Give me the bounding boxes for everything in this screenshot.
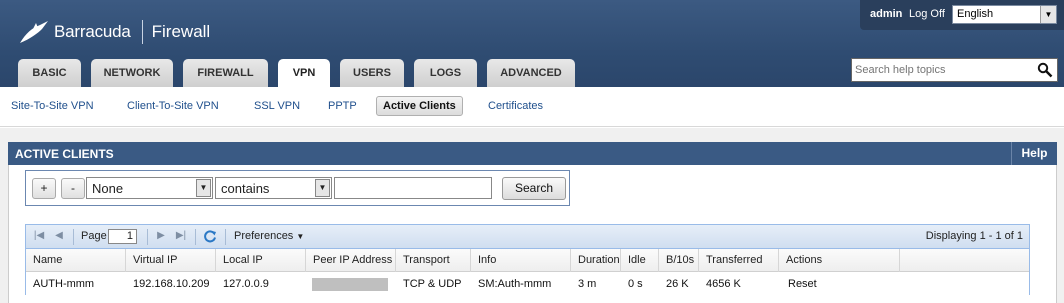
cell-transport: TCP & UDP	[403, 278, 462, 290]
page-number-input[interactable]: 1	[108, 229, 137, 244]
filter-field-select[interactable]: None ▼	[86, 177, 213, 199]
subnav-pptp[interactable]: PPTP	[328, 100, 357, 112]
column-header-duration[interactable]: Duration	[571, 249, 621, 272]
subnav-client-to-site-vpn[interactable]: Client-To-Site VPN	[127, 100, 219, 112]
toolbar-divider	[195, 229, 196, 245]
chevron-down-icon: ▼	[1040, 6, 1056, 23]
caret-down-icon: ▼	[296, 232, 305, 241]
paging-toolbar: |◀ ◀ Page 1 ▶ ▶| Preferences ▼ Displayin…	[26, 225, 1029, 249]
tab-network[interactable]: NETWORK	[91, 59, 173, 87]
preferences-menu[interactable]: Preferences ▼	[234, 230, 304, 242]
barracuda-logo: Barracuda Firewall	[18, 16, 210, 48]
username: admin	[870, 8, 903, 20]
subnav-site-to-site-vpn[interactable]: Site-To-Site VPN	[11, 100, 94, 112]
tab-vpn[interactable]: VPN	[278, 59, 330, 87]
tab-firewall[interactable]: FIREWALL	[183, 59, 268, 87]
active-clients-grid: |◀ ◀ Page 1 ▶ ▶| Preferences ▼ Displayin…	[25, 224, 1030, 296]
grid-header-row: Name Virtual IP Local IP Peer IP Address…	[26, 249, 1029, 272]
logo-divider	[141, 20, 143, 44]
panel-header: ACTIVE CLIENTS Help	[8, 142, 1057, 165]
toolbar-divider	[225, 229, 226, 245]
panel-title: ACTIVE CLIENTS	[15, 147, 114, 161]
toolbar-divider	[147, 229, 148, 245]
add-filter-button[interactable]: +	[32, 178, 56, 199]
toolbar-divider	[73, 229, 74, 245]
column-header-local-ip[interactable]: Local IP	[216, 249, 306, 272]
logoff-link[interactable]: Log Off	[909, 8, 945, 20]
filter-value-input[interactable]	[334, 177, 492, 199]
preferences-label: Preferences	[234, 230, 294, 242]
column-header-virtual-ip[interactable]: Virtual IP	[126, 249, 216, 272]
tab-users[interactable]: USERS	[340, 59, 404, 87]
tab-basic[interactable]: BASIC	[18, 59, 81, 87]
help-search-box	[851, 58, 1058, 82]
cell-virtual-ip: 192.168.10.209	[133, 278, 210, 290]
tab-advanced[interactable]: ADVANCED	[487, 59, 575, 87]
column-header-transport[interactable]: Transport	[396, 249, 471, 272]
filter-operator-select[interactable]: contains ▼	[215, 177, 332, 199]
chevron-down-icon: ▼	[315, 179, 330, 197]
first-page-icon[interactable]: |◀	[32, 229, 46, 243]
main-tabs: BASIC NETWORK FIREWALL VPN USERS LOGS AD…	[18, 59, 585, 87]
subnav-certificates[interactable]: Certificates	[488, 100, 543, 112]
prev-page-icon[interactable]: ◀	[52, 229, 66, 243]
help-search-input[interactable]	[855, 60, 1035, 80]
tab-logs[interactable]: LOGS	[414, 59, 477, 87]
displaying-count: Displaying 1 - 1 of 1	[925, 230, 1023, 242]
cell-b10s: 26 K	[666, 278, 689, 290]
reset-link[interactable]: Reset	[781, 273, 841, 296]
language-select[interactable]: English ▼	[952, 5, 1057, 24]
help-link[interactable]: Help	[1011, 142, 1057, 165]
language-value: English	[957, 8, 994, 20]
column-header-info[interactable]: Info	[471, 249, 571, 272]
app-header: Barracuda Firewall admin Log Off English…	[0, 0, 1064, 87]
chevron-down-icon: ▼	[196, 179, 211, 197]
column-header-transferred[interactable]: Transferred	[699, 249, 779, 272]
column-header-idle[interactable]: Idle	[621, 249, 659, 272]
filter-field-value: None	[92, 181, 124, 196]
cell-local-ip: 127.0.0.9	[223, 278, 269, 290]
next-page-icon[interactable]: ▶	[154, 229, 168, 243]
cell-transferred: 4656 K	[706, 278, 741, 290]
page-label: Page	[81, 230, 107, 242]
brand-name: Barracuda	[54, 22, 131, 41]
cell-idle: 0 s	[628, 278, 643, 290]
search-icon[interactable]	[1037, 62, 1053, 78]
search-button[interactable]: Search	[502, 177, 566, 200]
filter-bar: + - None ▼ contains ▼ Search	[25, 170, 570, 206]
column-header-actions[interactable]: Actions	[779, 249, 900, 272]
subnav-ssl-vpn[interactable]: SSL VPN	[254, 100, 300, 112]
refresh-icon[interactable]	[203, 229, 217, 243]
cell-duration: 3 m	[578, 278, 597, 290]
column-header-peer-ip[interactable]: Peer IP Address	[306, 249, 396, 272]
table-row[interactable]: AUTH-mmm 192.168.10.209 127.0.0.9 TCP & …	[26, 273, 1029, 296]
sub-navigation: Site-To-Site VPN Client-To-Site VPN SSL …	[0, 87, 1064, 127]
filter-operator-value: contains	[221, 181, 270, 196]
cell-info: SM:Auth-mmm	[478, 278, 552, 290]
redacted-peer-ip	[312, 278, 388, 291]
column-header-name[interactable]: Name	[26, 249, 126, 272]
barracuda-fish-icon	[20, 21, 48, 43]
product-name: Firewall	[151, 22, 211, 41]
column-header-b10s[interactable]: B/10s	[659, 249, 699, 272]
remove-filter-button[interactable]: -	[61, 178, 85, 199]
cell-name: AUTH-mmm	[33, 278, 95, 290]
last-page-icon[interactable]: ▶|	[174, 229, 188, 243]
subnav-active-clients[interactable]: Active Clients	[376, 96, 463, 116]
